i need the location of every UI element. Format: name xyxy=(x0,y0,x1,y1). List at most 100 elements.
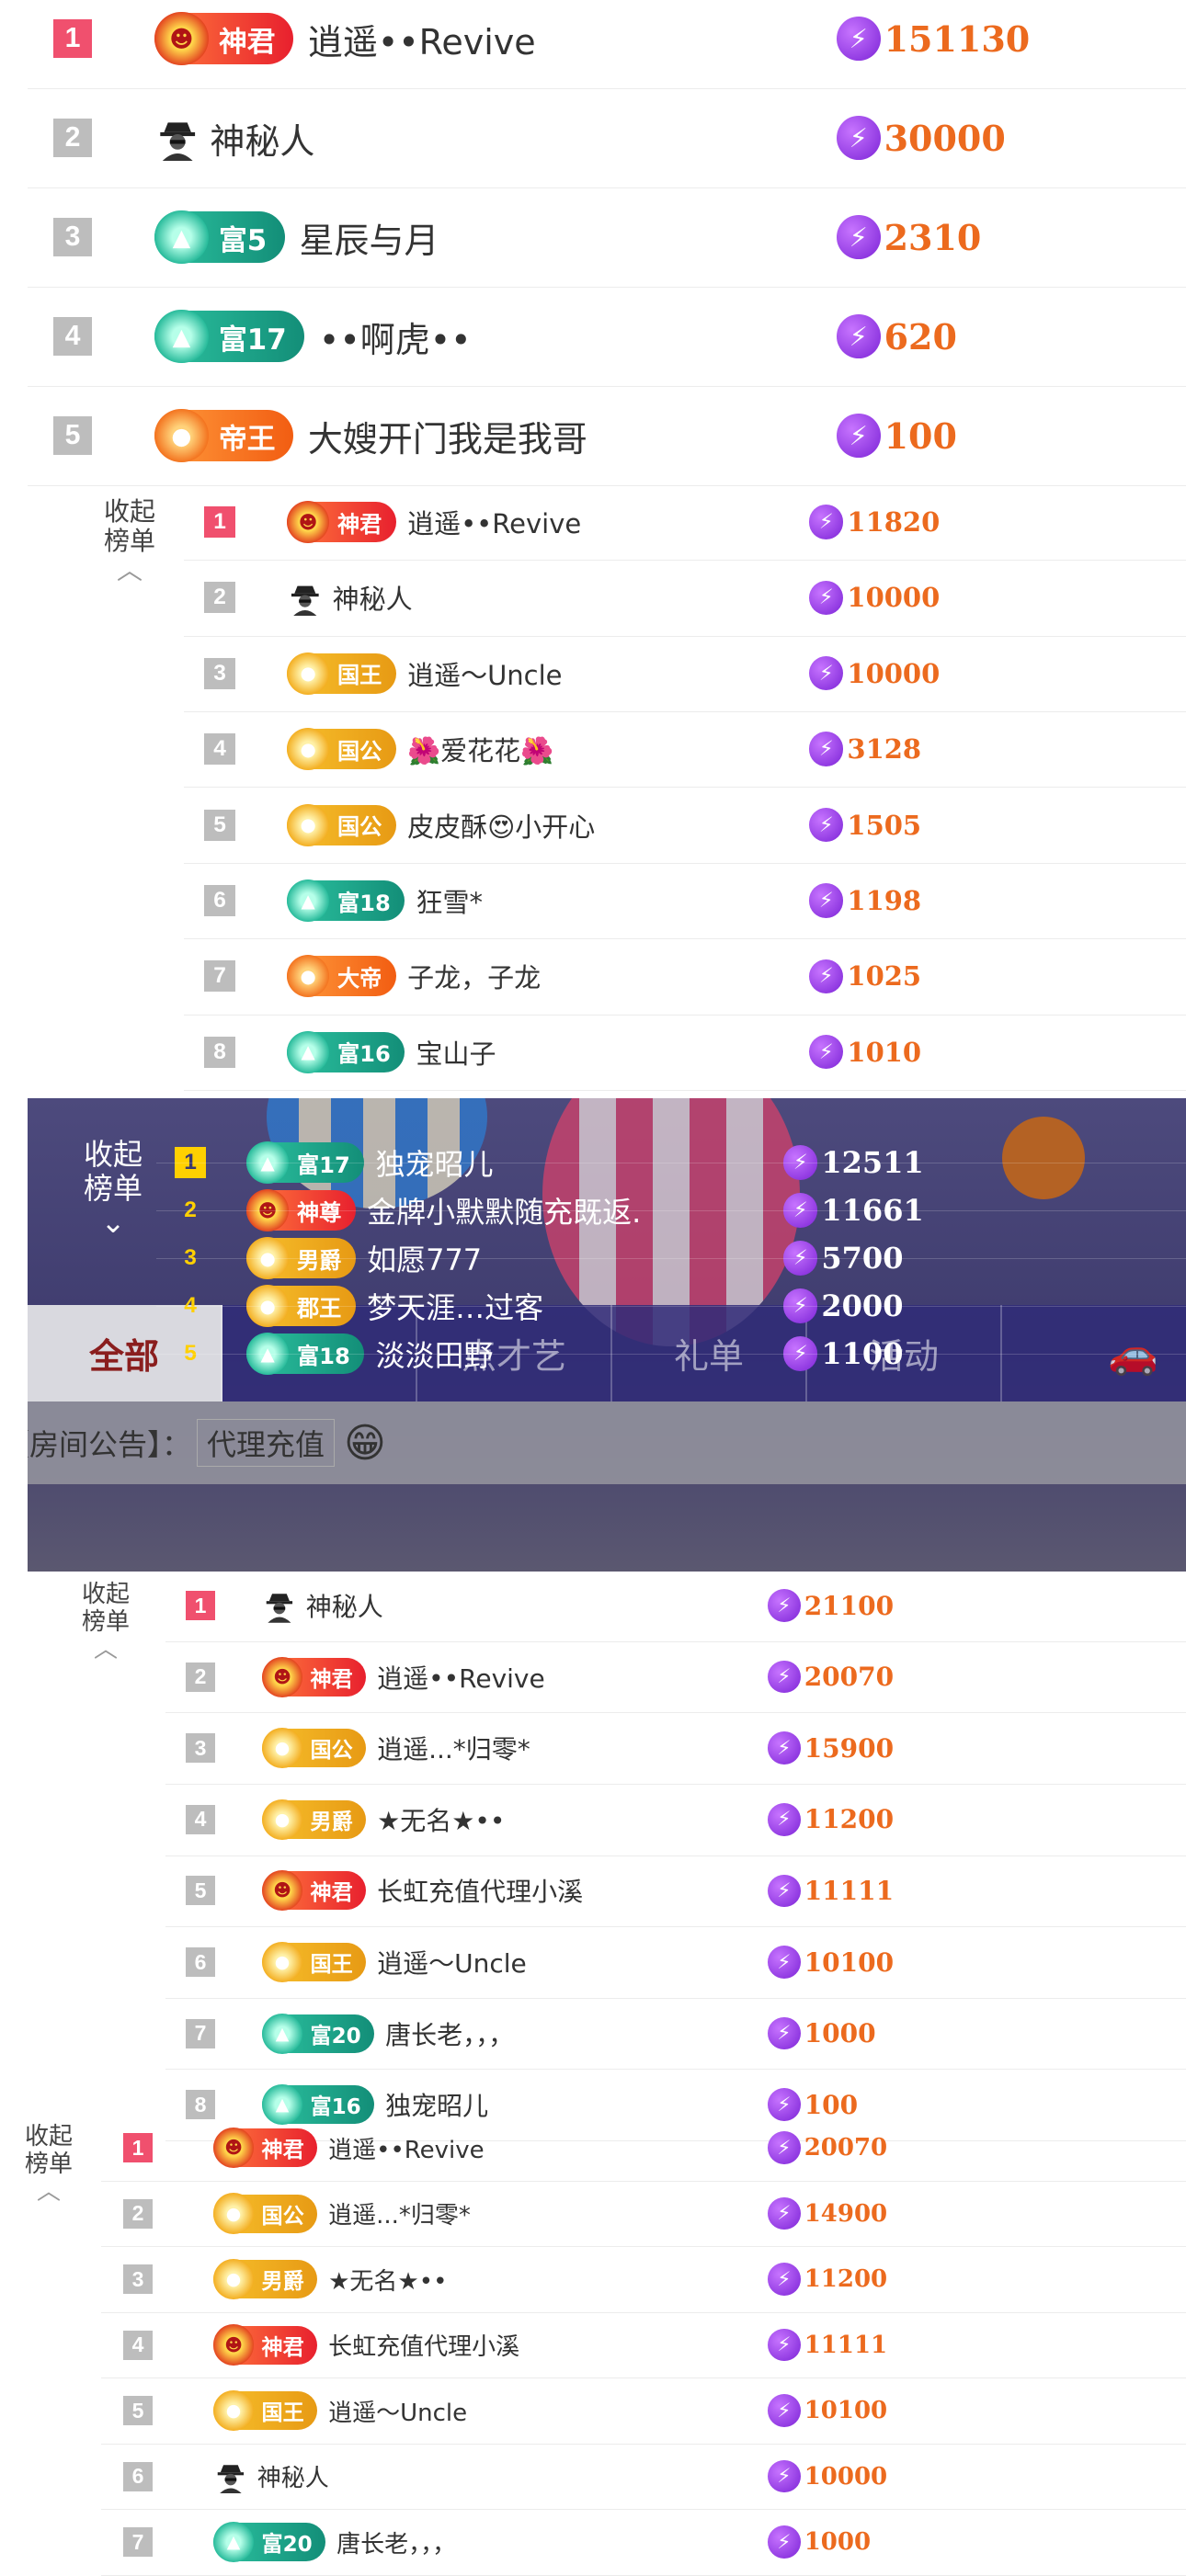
collapse-label: 收起 榜单 xyxy=(83,1137,143,1206)
badge-emblem-icon: ▲ xyxy=(154,309,209,364)
leaderboard-row[interactable]: 2 ☻ 神君 逍遥••Revive xyxy=(186,1656,1177,1697)
leaderboard-row[interactable]: 1 ☻ 神君 逍遥••Revive xyxy=(123,2127,1177,2169)
title-badge: ☻ 神君 xyxy=(262,1870,367,1912)
leaderboard-row[interactable]: 4 ▲ 富17 ••啊虎•• xyxy=(53,309,1177,364)
title-badge-label: 富5 xyxy=(218,223,268,257)
row-divider xyxy=(165,1640,1186,1642)
title-badge: ▲ 富20 xyxy=(213,2521,326,2563)
rank-number: 5 xyxy=(53,416,92,455)
title-badge: ☻ 神君 xyxy=(213,2324,318,2366)
leaderboard-row[interactable]: 8 ▲ 富16 宝山子 xyxy=(204,1030,1177,1073)
user-name: 唐长老，，， xyxy=(336,2530,457,2559)
title-badge: ▲ 富18 xyxy=(287,879,405,923)
collapse-label: 收起 榜单 xyxy=(103,496,155,557)
leaderboard-row[interactable]: 5 ☻ 神君 长虹充值代理小溪 xyxy=(186,1870,1177,1912)
leaderboard-section: 全部聊天点才艺礼单活动🚗【房间公告】：代理充值😁收起 榜单⌄1▲富17独宠昭儿⚡… xyxy=(28,1098,1186,1572)
title-badge: ▲ 富5 xyxy=(154,210,285,265)
leaderboard-row[interactable]: 1 ☻ 神君 逍遥••Revive xyxy=(204,500,1177,544)
user-name: 大嫂开门我是我哥 xyxy=(307,418,587,460)
rank-number: 7 xyxy=(204,960,235,993)
rank-number: 2 xyxy=(53,119,92,157)
collapse-label: 收起 榜单 xyxy=(81,1581,130,1636)
leaderboard-row[interactable]: 4 ☻ 神君 长虹充值代理小溪 xyxy=(123,2324,1177,2366)
row-divider xyxy=(156,1210,1186,1211)
title-badge-label: 国王 xyxy=(261,2401,304,2425)
mystery-user-icon xyxy=(154,115,200,162)
title-badge-label: 大帝 xyxy=(336,965,382,992)
title-badge-label: 富16 xyxy=(336,1041,391,1068)
title-badge: ▲ 富16 xyxy=(287,1030,405,1073)
leaderboard-row[interactable]: 2 神秘人 xyxy=(53,112,1177,164)
rank-number: 3 xyxy=(123,2264,153,2294)
row-divider xyxy=(165,1855,1186,1856)
title-badge: ● 男爵 xyxy=(262,1799,367,1840)
user-name: 狂雪* xyxy=(416,887,484,918)
leaderboard-row[interactable]: 2 ● 国公 逍遥...*归零* xyxy=(123,2193,1177,2234)
badge-emblem-icon: ☻ xyxy=(262,1656,303,1697)
leaderboard-row[interactable]: 5 ● 国王 逍遥～Uncle xyxy=(123,2389,1177,2432)
user-name: 逍遥～Uncle xyxy=(377,1948,527,1979)
user-name: 长虹充值代理小溪 xyxy=(328,2333,520,2361)
user-name: ★无名★•• xyxy=(377,1805,506,1836)
title-badge: ● 国公 xyxy=(287,803,396,846)
title-badge-label: 神君 xyxy=(310,1881,353,1906)
collapse-leaderboard-button[interactable]: 收起 榜单 ︿ xyxy=(55,1581,156,1664)
user-name: ★无名★•• xyxy=(328,2267,448,2296)
leaderboard-row[interactable]: 2 神秘人 xyxy=(204,577,1177,618)
title-badge: ☻ 神君 xyxy=(154,11,294,66)
leaderboard-row[interactable]: 8 ▲ 富16 独宠昭儿 xyxy=(186,2084,1177,2126)
rank-number: 4 xyxy=(123,2330,153,2360)
title-badge: ● 男爵 xyxy=(213,2258,318,2300)
user-name: 长虹充值代理小溪 xyxy=(377,1877,584,1908)
leaderboard-row[interactable]: 7 ● 大帝 子龙，子龙 xyxy=(204,955,1177,998)
rank-number: 2 xyxy=(204,582,235,614)
rank-number: 2 xyxy=(123,2198,153,2229)
title-badge: ● 国公 xyxy=(213,2193,318,2234)
leaderboard-row[interactable]: 6 神秘人 xyxy=(123,2457,1177,2496)
user-name: 皮皮酥😍小开心 xyxy=(407,811,596,843)
collapse-leaderboard-button[interactable]: 收起 榜单 ︿ xyxy=(79,496,180,586)
chevron-up-icon: ︿ xyxy=(93,1635,118,1663)
row-divider xyxy=(165,2069,1186,2071)
leaderboard-row[interactable]: 5 ● 国公 皮皮酥😍小开心 xyxy=(204,803,1177,846)
leaderboard-row[interactable]: 3 ● 国公 逍遥...*归零* xyxy=(186,1728,1177,1769)
row-divider xyxy=(28,287,1186,288)
user-name: 逍遥...*归零* xyxy=(377,1734,530,1765)
row-divider xyxy=(184,711,1186,712)
title-badge: ● 国王 xyxy=(213,2389,318,2432)
rank-number: 8 xyxy=(204,1036,235,1068)
rank-number: 3 xyxy=(186,1733,215,1764)
leaderboard-row[interactable]: 7 ▲ 富20 唐长老，，， xyxy=(123,2521,1177,2563)
collapse-leaderboard-button[interactable]: 收起 榜单 ⌄ xyxy=(63,1138,164,1239)
chevron-up-icon: ︿ xyxy=(116,555,143,586)
title-badge-label: 国公 xyxy=(310,1739,353,1764)
row-divider xyxy=(156,1306,1186,1307)
title-badge-label: 富20 xyxy=(261,2533,313,2557)
leaderboard-row[interactable]: 1 神秘人 xyxy=(186,1586,1177,1625)
leaderboard-row[interactable]: 4 ● 男爵 ★无名★•• xyxy=(186,1799,1177,1840)
row-divider xyxy=(184,560,1186,562)
row-divider xyxy=(101,2443,1186,2445)
leaderboard-row[interactable]: 3 ● 国王 逍遥～Uncle xyxy=(204,652,1177,695)
title-badge-label: 富17 xyxy=(218,323,287,357)
leaderboard-row[interactable]: 3 ▲ 富5 星辰与月 xyxy=(53,210,1177,265)
title-badge-label: 男爵 xyxy=(261,2270,304,2294)
badge-emblem-icon: ● xyxy=(262,1799,303,1840)
leaderboard-row[interactable]: 7 ▲ 富20 唐长老，，， xyxy=(186,2013,1177,2054)
leaderboard-row[interactable]: 6 ● 国王 逍遥～Uncle xyxy=(186,1941,1177,1983)
badge-emblem-icon: ▲ xyxy=(287,879,330,923)
title-badge-label: 神君 xyxy=(336,511,382,538)
leaderboard-row[interactable]: 6 ▲ 富18 狂雪* xyxy=(204,879,1177,923)
user-name: 星辰与月 xyxy=(299,220,439,261)
row-divider xyxy=(156,1258,1186,1259)
leaderboard-row[interactable]: 5 ● 帝王 大嫂开门我是我哥 xyxy=(53,408,1177,463)
collapse-leaderboard-button[interactable]: 收起 榜单 ︿ xyxy=(7,2123,90,2207)
rank-number: 6 xyxy=(186,1947,215,1977)
leaderboard-row[interactable]: 1 ☻ 神君 逍遥••Revive xyxy=(53,11,1177,66)
row-divider xyxy=(184,787,1186,789)
row-divider xyxy=(101,2311,1186,2313)
user-name: 逍遥...*归零* xyxy=(328,2202,471,2230)
leaderboard-row[interactable]: 4 ● 国公 🌺爱花花🌺 xyxy=(204,728,1177,771)
leaderboard-row[interactable]: 3 ● 男爵 ★无名★•• xyxy=(123,2258,1177,2300)
rank-number: 6 xyxy=(123,2461,153,2491)
